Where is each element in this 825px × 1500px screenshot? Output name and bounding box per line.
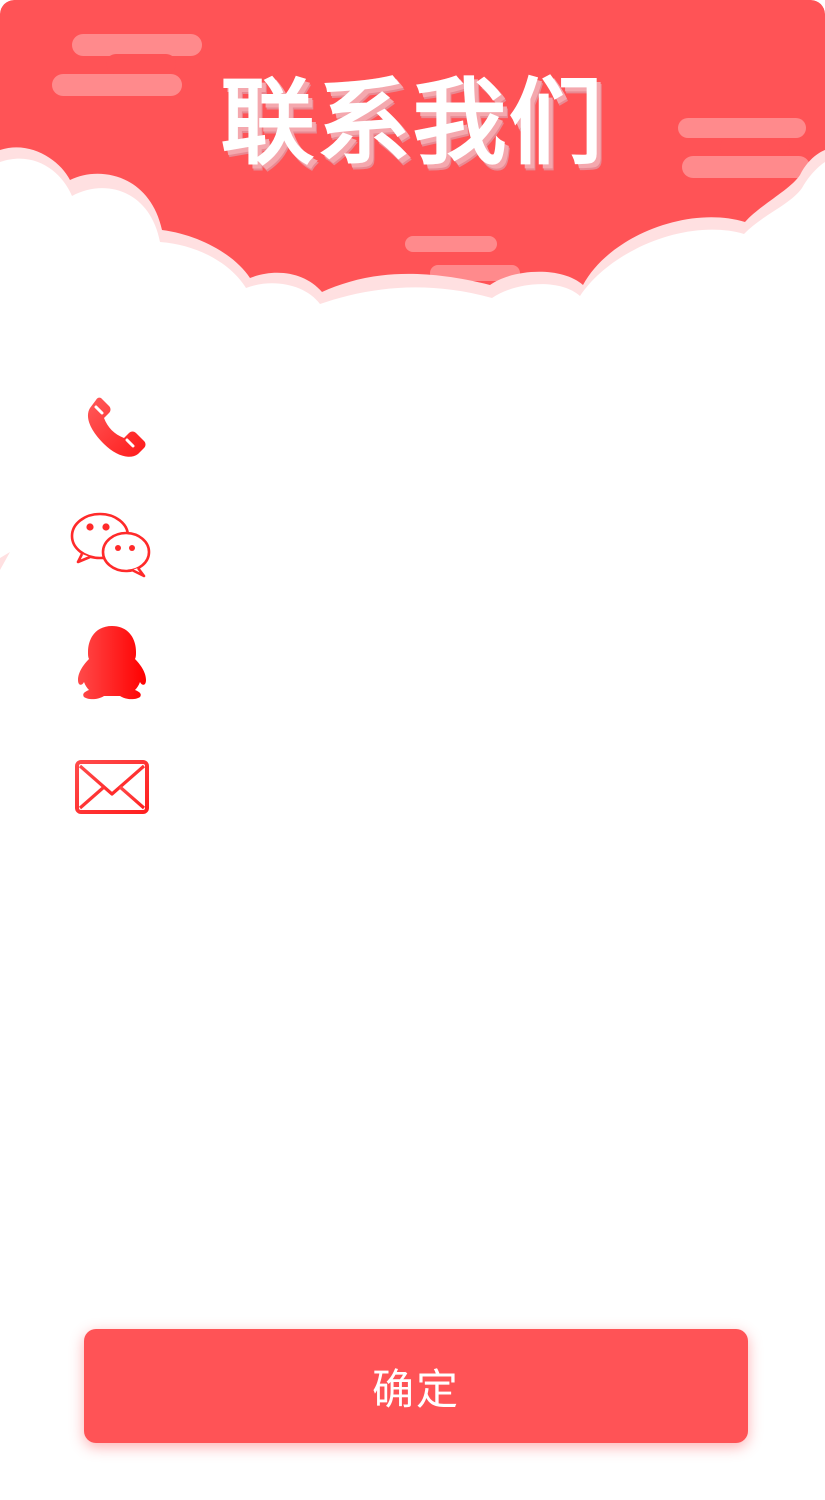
header-banner: 联系我们 — [0, 0, 825, 320]
confirm-button[interactable]: 确定 — [84, 1329, 748, 1443]
contact-row-wechat[interactable] — [62, 495, 762, 595]
contact-row-qq[interactable] — [62, 612, 762, 712]
phone-icon — [62, 380, 162, 480]
page-title: 联系我们 — [220, 69, 605, 178]
mail-icon — [62, 737, 162, 837]
contact-us-card: 联系我们 确定 — [0, 0, 825, 1500]
contact-row-mail[interactable] — [62, 737, 762, 837]
side-notch-decoration — [0, 552, 10, 570]
contact-row-phone[interactable] — [62, 380, 762, 480]
confirm-button-label: 确定 — [371, 1364, 460, 1414]
wechat-icon — [62, 495, 162, 595]
qq-icon — [62, 612, 162, 712]
